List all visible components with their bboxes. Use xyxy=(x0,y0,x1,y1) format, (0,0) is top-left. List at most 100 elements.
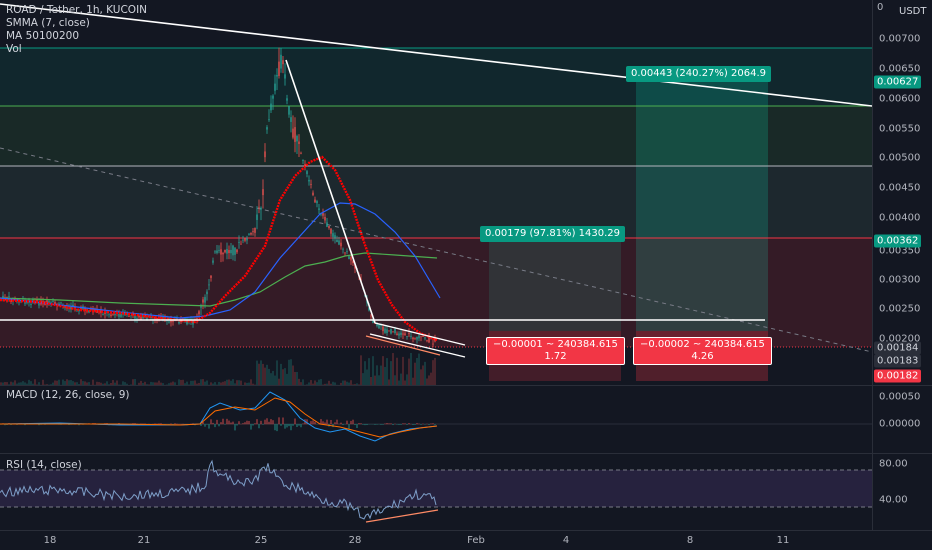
candle-body xyxy=(260,207,262,210)
macd-bar xyxy=(258,424,260,429)
macd-bar xyxy=(392,424,394,426)
macd-bar xyxy=(230,422,232,425)
macd-bar xyxy=(434,424,436,425)
macd-bar xyxy=(398,424,400,425)
volume-bar xyxy=(420,369,422,385)
candle-body xyxy=(426,340,428,342)
macd-bar xyxy=(300,424,302,428)
volume-bar xyxy=(434,357,436,385)
price-tick: 0.00300 xyxy=(879,274,921,286)
candle-body xyxy=(412,337,414,340)
volume-bar xyxy=(410,352,412,385)
volume-bar xyxy=(386,358,388,385)
range-band-upper xyxy=(0,106,872,166)
volume-bar xyxy=(432,360,434,385)
volume-bar xyxy=(258,363,260,385)
symbol-title[interactable]: ROAD / Tether, 1h, KUCOIN xyxy=(6,4,147,17)
candle-body xyxy=(280,54,282,69)
volume-bar xyxy=(266,364,268,385)
candle-body xyxy=(286,98,288,101)
macd-bar xyxy=(374,424,376,425)
macd-bar xyxy=(264,419,266,425)
candle-body xyxy=(198,311,200,315)
price-tag-entry[interactable]: 0.00184 xyxy=(874,341,922,355)
volume-bar xyxy=(284,368,286,385)
chart-root: ROAD / Tether, 1h, KUCOIN SMMA (7, close… xyxy=(0,0,932,550)
macd-pane[interactable]: MACD (12, 26, close, 9) xyxy=(0,386,872,453)
volume-bar xyxy=(274,375,276,385)
price-tag-stop[interactable]: 0.00183 xyxy=(874,354,922,368)
time-axis[interactable]: 18 21 25 28 Feb 4 8 11 xyxy=(0,530,932,550)
currency-label[interactable]: USDT xyxy=(899,6,926,17)
candle-body xyxy=(336,239,338,243)
volume-bar xyxy=(262,363,264,385)
candle-body xyxy=(262,189,264,196)
candle-body xyxy=(232,245,234,256)
price-tick: 0.00550 xyxy=(879,123,921,135)
volume-bar xyxy=(292,365,294,385)
chart-legend[interactable]: ROAD / Tether, 1h, KUCOIN SMMA (7, close… xyxy=(6,4,147,56)
rsi-axis[interactable]: 80.00 40.00 xyxy=(872,454,932,530)
indicator-vol-label[interactable]: Vol xyxy=(6,43,147,56)
position-1-profit-label[interactable]: 0.00179 (97.81%) 1430.29 xyxy=(480,226,625,242)
macd-bar xyxy=(380,424,382,425)
macd-canvas[interactable] xyxy=(0,386,872,453)
volume-bar xyxy=(384,366,386,385)
price-pane[interactable]: ROAD / Tether, 1h, KUCOIN SMMA (7, close… xyxy=(0,0,872,385)
rsi-pane[interactable]: RSI (14, close) xyxy=(0,454,872,530)
candle-body xyxy=(306,171,308,174)
macd-bar xyxy=(286,424,288,428)
position-2-loss-label[interactable]: −0.00002 ~ 240384.615 4.26 xyxy=(633,337,772,365)
candle-body xyxy=(310,184,312,185)
rsi-legend[interactable]: RSI (14, close) xyxy=(6,459,82,471)
candle-body xyxy=(382,326,384,332)
macd-legend[interactable]: MACD (12, 26, close, 9) xyxy=(6,389,129,401)
candle-body xyxy=(168,321,170,323)
candle-body xyxy=(208,284,210,286)
macd-bar xyxy=(390,423,392,425)
macd-bar xyxy=(282,417,284,425)
macd-bar xyxy=(400,424,402,425)
macd-bar xyxy=(256,419,258,425)
candle-body xyxy=(392,331,394,333)
macd-bar xyxy=(312,420,314,425)
volume-bar xyxy=(372,356,374,385)
candle-body xyxy=(212,260,214,263)
macd-axis[interactable]: 0.00050 0.00000 xyxy=(872,386,932,453)
macd-bar xyxy=(424,424,426,425)
macd-bar xyxy=(246,420,248,425)
indicator-smma-label[interactable]: SMMA (7, close) xyxy=(6,17,147,30)
volume-bar xyxy=(430,372,432,385)
macd-bar xyxy=(220,422,222,425)
candle-body xyxy=(254,227,256,233)
price-tag-target-2[interactable]: 0.00627 xyxy=(874,75,922,89)
macd-bar xyxy=(260,420,262,425)
macd-bar xyxy=(278,417,280,425)
macd-bar xyxy=(352,419,354,425)
macd-bar xyxy=(408,423,410,425)
candle-body xyxy=(272,95,274,99)
candle-body xyxy=(236,249,238,253)
macd-bar xyxy=(238,421,240,425)
macd-bar xyxy=(262,424,264,425)
macd-bar xyxy=(160,423,162,425)
macd-bar xyxy=(386,423,388,425)
candle-body xyxy=(196,318,198,320)
price-chart-canvas[interactable] xyxy=(0,0,872,385)
macd-bar xyxy=(294,418,296,425)
position-2-profit-label[interactable]: 0.00443 (240.27%) 2064.9 xyxy=(626,66,771,82)
macd-bar xyxy=(270,419,272,425)
position-1-loss-label[interactable]: −0.00001 ~ 240384.615 1.72 xyxy=(486,337,625,365)
rsi-canvas[interactable] xyxy=(0,454,872,530)
macd-bar xyxy=(292,424,294,426)
candle-body xyxy=(348,256,350,260)
time-tick: 18 xyxy=(43,535,57,546)
price-tag-target-1[interactable]: 0.00362 xyxy=(874,234,922,248)
price-tag-last[interactable]: 0.00182 xyxy=(874,369,922,383)
price-tick: 0.00250 xyxy=(879,303,921,315)
volume-bar xyxy=(394,375,396,385)
price-axis[interactable]: USDT 0 0.00700 0.00650 0.00600 0.00550 0… xyxy=(872,0,932,385)
volume-bar xyxy=(382,356,384,385)
macd-bar xyxy=(274,424,276,431)
indicator-ma-label[interactable]: MA 50100200 xyxy=(6,30,147,43)
